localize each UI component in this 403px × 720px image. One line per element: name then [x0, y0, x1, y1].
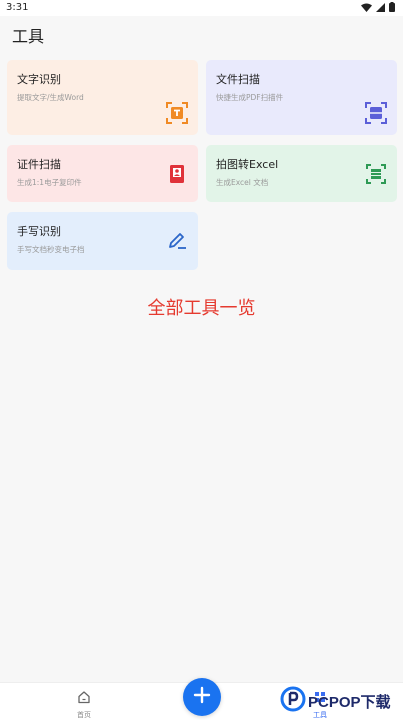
nav-home[interactable]: 首页 [64, 689, 104, 720]
signal-icon [376, 2, 385, 15]
app-bar: 工具 [0, 16, 403, 54]
excel-scan-icon [365, 163, 387, 185]
tool-card-subtitle: 快捷生成PDF扫描件 [216, 93, 284, 102]
tool-card-subtitle: 提取文字/生成Word [17, 93, 84, 102]
wifi-icon [361, 3, 372, 15]
overview-caption: 全部工具一览 [147, 298, 256, 319]
tool-card-title: 拍图转Excel [216, 158, 279, 171]
tool-card-subtitle: 手写文档秒变电子档 [17, 245, 85, 254]
nav-home-label: 首页 [77, 711, 91, 719]
status-icons [361, 2, 395, 15]
tool-card-title: 手写识别 [17, 225, 61, 238]
plus-icon [193, 686, 211, 708]
home-icon [77, 689, 91, 708]
tool-card-title: 文件扫描 [216, 73, 260, 86]
battery-icon [389, 2, 395, 15]
tool-card-title: 证件扫描 [17, 158, 61, 171]
tool-card-text-recognition[interactable]: 文字识别 提取文字/生成Word [7, 60, 198, 135]
tool-card-title: 文字识别 [17, 73, 61, 86]
id-card-icon [166, 163, 188, 185]
tool-card-subtitle: 生成Excel 文档 [216, 178, 269, 187]
tool-card-handwriting[interactable]: 手写识别 手写文档秒变电子档 [7, 212, 198, 270]
watermark-logo-icon [280, 686, 306, 716]
text-scan-icon [166, 102, 188, 124]
watermark-text: PCPOP下载 [308, 693, 391, 711]
tool-card-photo-to-excel[interactable]: 拍图转Excel 生成Excel 文档 [206, 145, 397, 202]
tool-card-id-scan[interactable]: 证件扫描 生成1:1电子复印件 [7, 145, 198, 202]
status-bar: 3:31 [0, 0, 403, 16]
page-title: 工具 [12, 27, 45, 46]
document-scan-icon [365, 102, 387, 124]
watermark: PCPOP下载 [280, 686, 391, 716]
status-time: 3:31 [6, 2, 29, 13]
add-button[interactable] [183, 678, 221, 716]
tool-card-document-scan[interactable]: 文件扫描 快捷生成PDF扫描件 [206, 60, 397, 135]
tool-card-subtitle: 生成1:1电子复印件 [17, 178, 82, 187]
handwriting-icon [166, 230, 188, 252]
